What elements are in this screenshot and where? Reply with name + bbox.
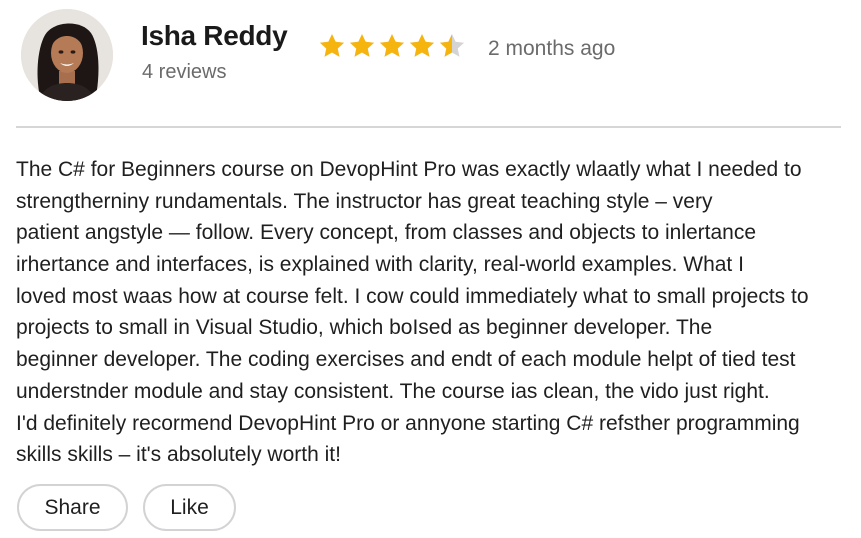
review-timestamp: 2 months ago xyxy=(488,37,616,60)
header-divider xyxy=(16,126,841,128)
review-text-line: loved most waas how at course felt. I co… xyxy=(16,284,809,308)
review-text-line: skills skills – it's absolutely worth it… xyxy=(16,443,341,467)
review-count: 4 reviews xyxy=(142,61,227,83)
review-text-line: I'd definitely recormend DevopHint Pro o… xyxy=(16,411,800,435)
star-full-icon xyxy=(318,32,346,62)
reviewer-name[interactable]: Isha Reddy xyxy=(141,20,288,52)
review-text-line: projects to small in Visual Studio, whic… xyxy=(16,316,713,340)
like-button[interactable]: Like xyxy=(143,484,236,531)
star-half-icon xyxy=(438,32,466,62)
share-button[interactable]: Share xyxy=(17,484,128,531)
avatar-photo-icon xyxy=(21,9,113,101)
review-text-line: understnder module and stay consistent. … xyxy=(16,379,770,403)
star-rating xyxy=(318,32,466,62)
review-text-line: irhertance and interfaces, is explained … xyxy=(16,253,744,277)
star-full-icon xyxy=(408,32,436,62)
star-full-icon xyxy=(348,32,376,62)
review-text-line: The C# for Beginners course on DevopHint… xyxy=(16,158,802,181)
review-text-line: patient angstyle — follow. Every concept… xyxy=(16,221,757,245)
star-full-icon xyxy=(378,32,406,62)
reviewer-avatar[interactable] xyxy=(21,9,113,101)
review-text-line: strengtherniny rundamentals. The instruc… xyxy=(16,189,713,213)
review-text-line: beginner developer. The coding exercises… xyxy=(16,348,796,372)
review-text: The C# for Beginners course on DevopHint… xyxy=(16,154,848,471)
